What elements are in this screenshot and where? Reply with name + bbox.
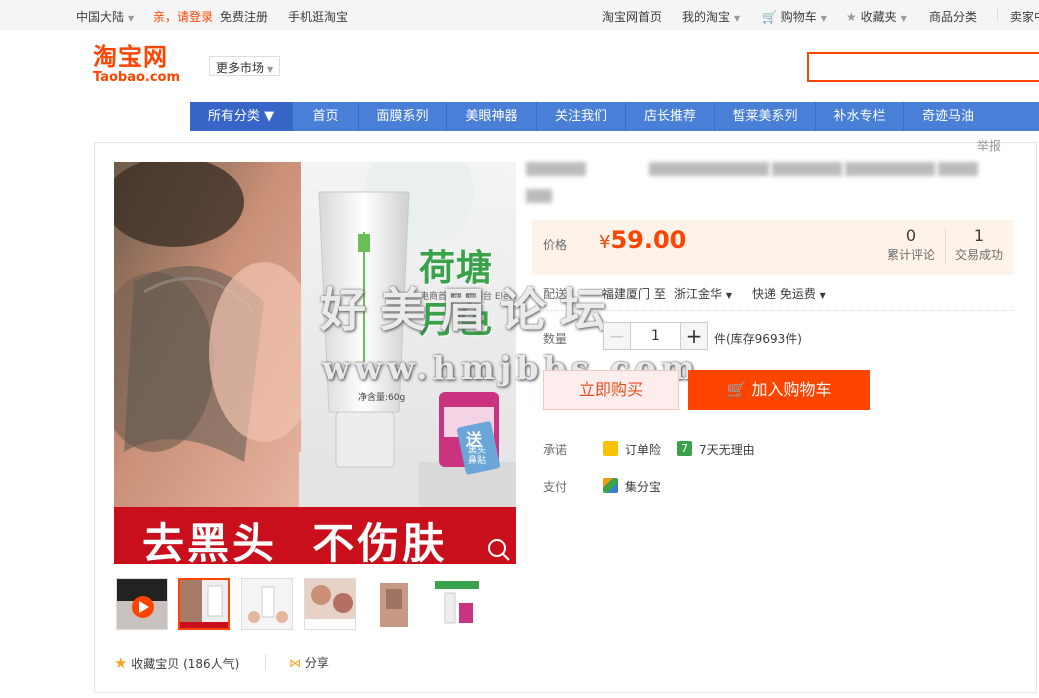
- thumbnail-video[interactable]: [116, 578, 168, 630]
- add-to-cart-button[interactable]: 🛒 加入购物车: [688, 370, 870, 410]
- promise-label: 承诺: [543, 443, 568, 457]
- quantity-label: 数量: [543, 332, 568, 346]
- nav-masks[interactable]: 面膜系列: [359, 102, 447, 131]
- share-icon: ⋈: [289, 656, 301, 670]
- shipping-method-select[interactable]: 快递 免运费 ▼: [752, 285, 826, 302]
- chevron-down-icon: ▼: [820, 14, 827, 23]
- site-top-bar: 中国大陆 ▼ 亲，请登录 免费注册 手机逛淘宝 淘宝网首页 我的淘宝 ▼ 🛒 购物车…: [0, 0, 1039, 30]
- logo-english: Taobao.com: [93, 70, 181, 85]
- reviews-count: 0: [905, 226, 917, 245]
- image-banner-text: 去黑头 不伤肤: [142, 519, 448, 564]
- nav-recommended[interactable]: 店长推荐: [626, 102, 715, 131]
- chevron-down-icon: ▼: [267, 65, 274, 74]
- divider: [265, 654, 266, 670]
- thumbnail-graphic: [242, 579, 292, 629]
- my-taobao-link[interactable]: 我的淘宝 ▼: [682, 8, 740, 25]
- deals-stat[interactable]: 1 交易成功: [953, 226, 1005, 263]
- chevron-down-icon: ▼: [128, 14, 135, 23]
- seven-day-return-icon: 7: [677, 441, 692, 456]
- taobao-logo[interactable]: 淘宝网 Taobao.com: [93, 44, 191, 88]
- quantity-decrease-button[interactable]: −: [603, 322, 631, 350]
- shipping-destination-select[interactable]: 浙江金华 ▼: [674, 285, 732, 302]
- quantity-increase-button[interactable]: +: [680, 322, 708, 350]
- reviews-label: 累计评论: [886, 248, 935, 262]
- reviews-stat[interactable]: 0 累计评论: [886, 226, 936, 263]
- gift-sublabel: 黑头鼻贴: [468, 446, 487, 466]
- nav-hydration[interactable]: 补水专栏: [816, 102, 904, 131]
- nav-ximei-series[interactable]: 皙莱美系列: [715, 102, 816, 131]
- shipping-origin: 福建厦门 至: [602, 287, 666, 301]
- taobao-home-link[interactable]: 淘宝网首页: [602, 8, 662, 25]
- payment-label: 支付: [543, 480, 568, 494]
- cart-icon: 🛒: [726, 380, 747, 399]
- price-value: ¥59.00: [599, 226, 687, 254]
- thumbnail-4[interactable]: [304, 578, 356, 630]
- buy-now-button[interactable]: 立即购买: [543, 370, 679, 410]
- categories-link[interactable]: 商品分类: [929, 8, 977, 25]
- thumbnail-5[interactable]: [367, 578, 419, 630]
- thumbnail-graphic: [305, 579, 355, 629]
- video-thumbnail-graphic: [117, 579, 167, 629]
- star-icon: ★: [846, 10, 857, 24]
- thumbnail-3[interactable]: [241, 578, 293, 630]
- nav-horse-oil[interactable]: 奇迹马油: [904, 102, 992, 131]
- divider: [540, 310, 1014, 311]
- nav-follow-us[interactable]: 关注我们: [537, 102, 626, 131]
- favorite-item-button[interactable]: ★ 收藏宝贝 (186人气): [114, 654, 239, 672]
- chevron-down-icon: ▼: [900, 14, 907, 23]
- nav-home[interactable]: 首页: [293, 102, 359, 131]
- more-markets-dropdown[interactable]: 更多市场 ▼: [209, 56, 281, 76]
- seven-day-return-link[interactable]: 7天无理由: [699, 441, 755, 458]
- deals-label: 交易成功: [954, 248, 1003, 262]
- price-label: 价格: [543, 238, 568, 252]
- favorites-link[interactable]: ★ 收藏夹 ▼: [846, 8, 907, 25]
- deals-count: 1: [973, 226, 985, 245]
- thumbnail-6[interactable]: [430, 578, 482, 630]
- logo-chinese: 淘宝网: [93, 43, 168, 71]
- shipping-label: 配送: [543, 287, 568, 301]
- jifenbao-link[interactable]: 集分宝: [625, 478, 661, 495]
- share-button[interactable]: ⋈ 分享: [289, 654, 329, 671]
- order-insurance-icon: [603, 441, 618, 456]
- report-link[interactable]: 举报: [977, 137, 1001, 154]
- triangle-down-icon: ▼: [725, 291, 732, 300]
- cart-icon: 🛒: [762, 10, 777, 24]
- divider: [997, 8, 998, 22]
- quantity-input[interactable]: 1: [631, 322, 680, 350]
- region-selector[interactable]: 中国大陆 ▼: [76, 8, 134, 25]
- cart-link[interactable]: 🛒 购物车 ▼: [762, 8, 827, 25]
- stock-text: 件(库存9693件): [714, 332, 802, 346]
- order-insurance-link[interactable]: 订单险: [625, 441, 661, 458]
- triangle-down-icon: ▼: [264, 109, 275, 124]
- watermark-text: 好美眉论坛: [320, 283, 620, 337]
- register-link[interactable]: 免费注册: [220, 8, 268, 25]
- tube-volume-label: 净含量:60g: [358, 393, 406, 403]
- zoom-icon[interactable]: [488, 539, 506, 557]
- nav-all-categories[interactable]: 所有分类 ▼: [190, 102, 293, 131]
- thumbnail-graphic: [431, 579, 481, 629]
- thumbnail-graphic: [368, 579, 418, 629]
- jifenbao-icon: [603, 478, 618, 493]
- thumbnail-graphic: [180, 580, 228, 628]
- triangle-down-icon: ▼: [819, 291, 826, 300]
- nav-eye-tools[interactable]: 美眼神器: [447, 102, 537, 131]
- shop-nav-bar: 所有分类 ▼ 首页 面膜系列 美眼神器 关注我们 店长推荐 皙莱美系列 补水专栏…: [190, 102, 1039, 131]
- mobile-taobao-link[interactable]: 手机逛淘宝: [288, 8, 348, 25]
- star-icon: ★: [114, 654, 128, 672]
- search-input[interactable]: [807, 52, 1039, 82]
- product-title-blurred: [526, 162, 1004, 206]
- divider: [945, 228, 946, 264]
- thumbnail-selected[interactable]: [178, 578, 230, 630]
- seller-center-link[interactable]: 卖家中: [1010, 8, 1039, 25]
- chevron-down-icon: ▼: [734, 14, 741, 23]
- login-link[interactable]: 亲，请登录: [153, 8, 213, 25]
